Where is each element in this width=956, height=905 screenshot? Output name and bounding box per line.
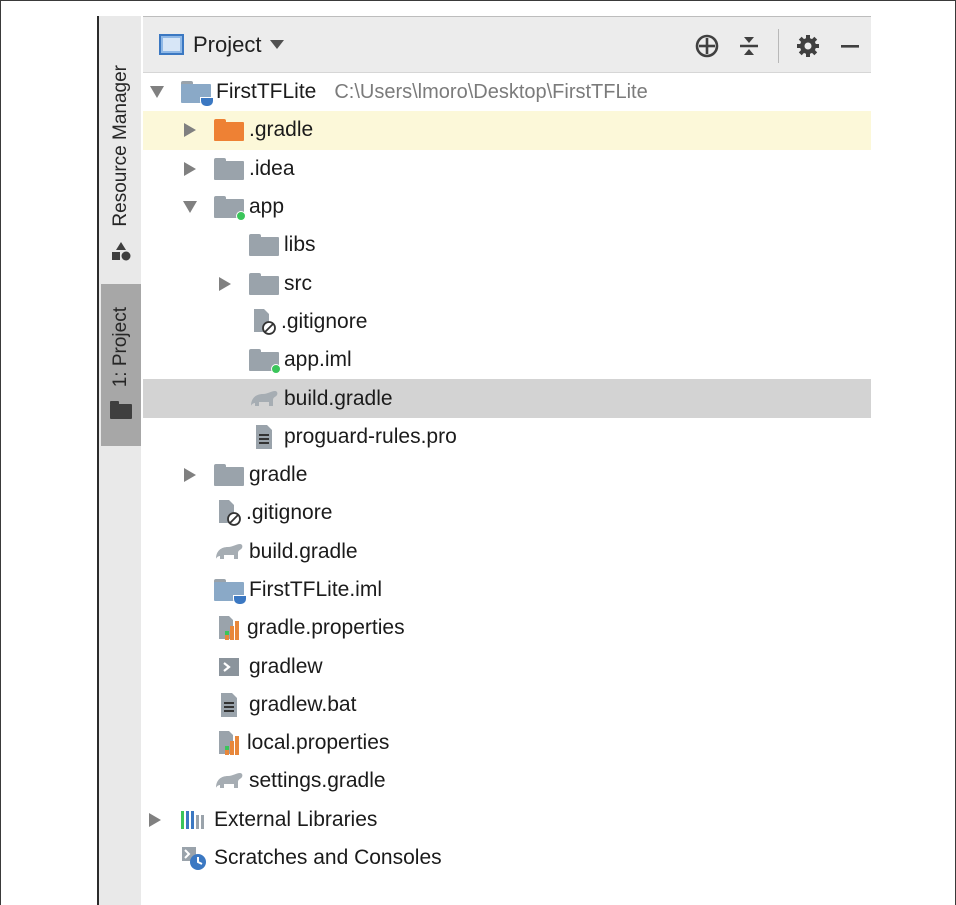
toolbar-separator: [778, 28, 779, 63]
gear-icon[interactable]: [787, 26, 829, 66]
tree-item-label: settings.gradle: [249, 769, 386, 793]
ide-window: Resource Manager 1: Project Project Firs…: [97, 16, 871, 905]
tree-row-src-dir[interactable]: src: [143, 264, 871, 302]
tree-row-gradlew[interactable]: gradlew: [143, 647, 871, 685]
tree-item-label: app.iml: [284, 348, 352, 372]
libraries-icon: [179, 807, 209, 833]
folder-icon: [214, 462, 244, 488]
tree-item-label: build.gradle: [249, 539, 358, 563]
folder-icon: [214, 156, 244, 182]
tree-item-label: libs: [284, 233, 316, 257]
shapes-icon: [111, 241, 131, 266]
gradle-elephant-icon: [214, 539, 244, 565]
properties-file-icon: [214, 730, 244, 756]
collapsed-arrow-icon[interactable]: [183, 123, 197, 138]
collapsed-arrow-icon[interactable]: [183, 468, 197, 483]
collapsed-arrow-icon[interactable]: [148, 812, 162, 827]
tree-item-label: build.gradle: [284, 386, 393, 410]
tree-item-label: gradle: [249, 463, 308, 487]
folder-icon: [249, 271, 279, 297]
minimize-icon[interactable]: [829, 26, 871, 66]
tree-item-label: Scratches and Consoles: [214, 846, 442, 870]
gradle-elephant-icon: [214, 768, 244, 794]
ignore-file-icon: [214, 500, 244, 527]
project-panel-header: Project: [143, 16, 871, 73]
tree-item-label: .gitignore: [246, 501, 333, 525]
tree-row-app-module[interactable]: app: [143, 188, 871, 226]
tree-row-external-libraries[interactable]: External Libraries: [143, 801, 871, 839]
tree-item-label: app: [249, 195, 285, 219]
crosshair-icon[interactable]: [686, 26, 728, 66]
tree-row-project-iml[interactable]: FirstTFLite.iml: [143, 571, 871, 609]
tree-item-label: .gradle: [249, 118, 314, 142]
tree-item-label: local.properties: [247, 731, 390, 755]
tree-row-settings-gradle[interactable]: settings.gradle: [143, 762, 871, 800]
tree-row-idea-dir[interactable]: .idea: [143, 150, 871, 188]
tree-item-label: FirstTFLite C:\Users\lmoro\Desktop\FirstT…: [216, 80, 648, 104]
tree-row-root[interactable]: FirstTFLite C:\Users\lmoro\Desktop\FirstT…: [143, 73, 871, 111]
tree-row-gradle-folder[interactable]: gradle: [143, 456, 871, 494]
root-path: C:\Users\lmoro\Desktop\FirstTFLite: [334, 81, 648, 104]
tree-item-label: gradlew.bat: [249, 692, 357, 716]
resource-manager-tab[interactable]: Resource Manager: [101, 56, 141, 288]
text-file-icon: [214, 692, 244, 718]
ignore-file-icon: [249, 308, 279, 335]
collapsed-arrow-icon[interactable]: [183, 161, 197, 176]
tree-item-label: src: [284, 271, 312, 295]
tree-row-libs-dir[interactable]: libs: [143, 226, 871, 264]
text-file-icon: [249, 424, 279, 450]
tree-row-app-iml[interactable]: app.iml: [143, 341, 871, 379]
expanded-arrow-icon[interactable]: [183, 200, 197, 214]
tree-row-app-gitignore[interactable]: .gitignore: [143, 303, 871, 341]
project-view-title: Project: [193, 31, 262, 57]
folder-orange-icon: [214, 117, 244, 143]
tree-item-label: gradle.properties: [247, 616, 405, 640]
chevron-down-icon: [270, 36, 285, 54]
tree-row-proguard[interactable]: proguard-rules.pro: [143, 418, 871, 456]
project-folder-icon: [181, 79, 214, 108]
gradle-elephant-icon: [249, 386, 279, 412]
tree-row-gradlew-bat[interactable]: gradlew.bat: [143, 686, 871, 724]
tree-item-label: External Libraries: [214, 807, 378, 831]
tree-item-label: gradlew: [249, 654, 323, 678]
properties-file-icon: [214, 615, 244, 641]
tree-row-root-build-gradle[interactable]: build.gradle: [143, 533, 871, 571]
tree-row-app-build-gradle[interactable]: build.gradle: [143, 379, 871, 418]
collapse-all-icon[interactable]: [728, 26, 770, 66]
scratches-icon: [179, 845, 209, 871]
project-window-icon: [159, 34, 184, 55]
project-view-selector[interactable]: Project: [159, 31, 285, 58]
tree-item-label: FirstTFLite.iml: [249, 578, 382, 601]
folder-icon: [249, 232, 279, 258]
folder-icon: [110, 401, 132, 424]
project-tree: FirstTFLite C:\Users\lmoro\Desktop\FirstT…: [143, 73, 871, 877]
root-name: FirstTFLite: [216, 80, 317, 104]
tree-row-gradle-dir[interactable]: .gradle: [143, 111, 871, 150]
tree-row-root-gitignore[interactable]: .gitignore: [143, 494, 871, 532]
tree-row-scratches[interactable]: Scratches and Consoles: [143, 839, 871, 877]
tree-item-label: .gitignore: [281, 309, 368, 333]
expanded-arrow-icon[interactable]: [150, 85, 164, 99]
collapsed-arrow-icon[interactable]: [218, 276, 232, 291]
shell-script-icon: [214, 654, 244, 680]
project-tool-tab[interactable]: 1: Project: [101, 284, 141, 446]
tool-window-strip: Resource Manager 1: Project: [97, 16, 141, 905]
tree-row-gradle-properties[interactable]: gradle.properties: [143, 609, 871, 647]
module-file-icon: [249, 347, 281, 375]
resource-manager-label: Resource Manager: [110, 65, 131, 227]
module-folder-icon: [214, 194, 246, 222]
project-file-icon: [214, 577, 247, 605]
tree-item-label: .idea: [249, 156, 295, 180]
project-tab-label: 1: Project: [110, 306, 131, 387]
tree-item-label: proguard-rules.pro: [284, 424, 457, 448]
tree-row-local-properties[interactable]: local.properties: [143, 724, 871, 762]
